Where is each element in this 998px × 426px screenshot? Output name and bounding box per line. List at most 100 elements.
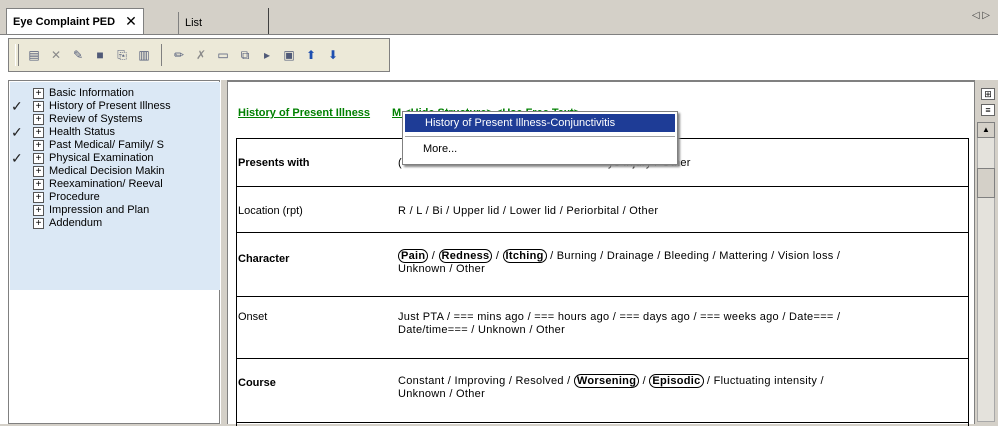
expand-icon[interactable]: + — [33, 113, 44, 125]
tree-item-label: Physical Examination — [49, 152, 154, 164]
link-icon[interactable]: ⎘ — [113, 46, 131, 64]
context-menu: History of Present Illness-Conjunctiviti… — [402, 111, 678, 165]
option-itching[interactable]: Itching — [502, 249, 547, 263]
tree-item[interactable]: + Reexamination/ Reeval — [9, 178, 219, 190]
folder-icon[interactable]: ■ — [91, 46, 109, 64]
tree-item-label: Review of Systems — [49, 113, 143, 125]
course-options-rest[interactable]: / Fluctuating intensity / — [707, 375, 824, 387]
tree-item[interactable]: + Review of Systems — [9, 113, 219, 125]
tree-item-label: Reexamination/ Reeval — [49, 178, 163, 190]
play-icon[interactable]: ▸ — [258, 46, 276, 64]
document-icon[interactable]: ▥ — [135, 46, 153, 64]
tree-item-label: History of Present Illness — [49, 100, 171, 112]
row-label: Onset — [238, 311, 268, 323]
checkmark-icon: ✓ — [11, 126, 23, 138]
expand-icon[interactable]: + — [33, 191, 44, 203]
expand-icon[interactable]: + — [33, 126, 44, 138]
row-location: Location (rpt) R / L / Bi / Upper lid / … — [236, 186, 968, 232]
row-label: Location (rpt) — [238, 205, 303, 217]
hpi-header[interactable]: History of Present Illness M <Hide Struc… — [238, 107, 580, 119]
pane-splitter[interactable] — [220, 80, 228, 424]
vertical-scrollbar[interactable] — [977, 122, 995, 422]
tree-item[interactable]: + Addendum — [9, 217, 219, 229]
delete-icon[interactable]: ✕ — [47, 46, 65, 64]
tab-eye-complaint[interactable]: Eye Complaint PED ✕ — [6, 8, 144, 34]
row-character: Character Pain / Redness / Itching / Bur… — [236, 232, 968, 296]
save-icon[interactable]: ▣ — [280, 46, 298, 64]
expand-icon[interactable]: + — [33, 217, 44, 229]
tree-item-label: Health Status — [49, 126, 116, 138]
course-options-line2[interactable]: Unknown / Other — [398, 388, 485, 400]
onset-options-line2[interactable]: Date/time=== / Unknown / Other — [398, 324, 565, 336]
tree-item-label: Addendum — [49, 217, 103, 229]
tree-item[interactable]: ✓ + Health Status — [9, 126, 219, 138]
tree-item-label: Impression and Plan — [49, 204, 150, 216]
row-label: Character — [238, 253, 290, 265]
grid-left-line — [236, 138, 237, 426]
expand-icon[interactable]: + — [33, 100, 44, 112]
row-label: Course — [238, 377, 276, 389]
toolbar: ▤ ✕ ✎ ■ ⎘ ▥ ✏ ✗ ▭ ⧉ ▸ ▣ ⬆ ⬇ — [8, 38, 390, 72]
character-options-line2[interactable]: Unknown / Other — [398, 263, 485, 275]
tree-item-label: Past Medical/ Family/ S — [49, 139, 164, 151]
row-value[interactable]: Just PTA / === mins ago / === hours ago … — [398, 311, 958, 337]
template-icon[interactable]: ⊞ — [981, 88, 995, 100]
expand-icon[interactable]: + — [33, 152, 44, 164]
close-icon[interactable]: ✕ — [125, 13, 137, 30]
expand-icon[interactable]: + — [33, 165, 44, 177]
tab-scroll-arrows-icon[interactable]: ◁ ▷ — [972, 10, 990, 21]
section-tree: + Basic Information ✓ + History of Present I… — [8, 80, 220, 424]
pencil-icon[interactable]: ✏ — [170, 46, 188, 64]
checkmark-icon: ✓ — [11, 152, 23, 164]
option-redness[interactable]: Redness — [438, 249, 493, 263]
option-pain[interactable]: Pain — [398, 249, 429, 263]
tree-item-label: Medical Decision Makin — [49, 165, 165, 177]
row-value[interactable]: Pain / Redness / Itching / Burning / Dra… — [398, 249, 958, 276]
down-arrow-icon[interactable]: ⬇ — [324, 46, 342, 64]
onset-options[interactable]: Just PTA / === mins ago / === hours ago … — [398, 311, 840, 323]
course-options[interactable]: Constant / Improving / Resolved / — [398, 375, 571, 387]
tree-item-label: Basic Information — [49, 87, 134, 99]
menu-item-more[interactable]: More... — [405, 140, 675, 158]
tab-list[interactable]: List — [178, 12, 208, 34]
tree-item[interactable]: + Basic Information — [9, 87, 219, 99]
right-scroll-column: ⊞ ≡ ▲ — [974, 80, 998, 424]
expand-icon[interactable]: + — [33, 178, 44, 190]
tree-item[interactable]: ✓ + Physical Examination — [9, 152, 219, 164]
tree-item[interactable]: + Past Medical/ Family/ S — [9, 139, 219, 151]
row-course: Course Constant / Improving / Resolved /… — [236, 358, 968, 422]
tab-eye-complaint-label: Eye Complaint PED — [13, 15, 116, 28]
scroll-up-icon[interactable]: ▲ — [977, 122, 995, 138]
menu-separator — [405, 136, 675, 137]
option-episodic[interactable]: Episodic — [649, 374, 704, 388]
tree-item[interactable]: + Medical Decision Makin — [9, 165, 219, 177]
erase-icon[interactable]: ✗ — [192, 46, 210, 64]
row-value[interactable]: R / L / Bi / Upper lid / Lower lid / Per… — [398, 205, 958, 218]
menu-item-hpi-conjunctivitis[interactable]: History of Present Illness-Conjunctiviti… — [405, 114, 675, 132]
expand-icon[interactable]: + — [33, 87, 44, 99]
tree-item[interactable]: + Procedure — [9, 191, 219, 203]
row-onset: Onset Just PTA / === mins ago / === hour… — [236, 296, 968, 358]
tab-bar: Eye Complaint PED ✕ List ◁ ▷ — [0, 0, 998, 34]
character-options[interactable]: / Burning / Drainage / Bleeding / Matter… — [550, 250, 840, 262]
pin-icon[interactable]: ✎ — [69, 46, 87, 64]
copy-icon[interactable]: ⧉ — [236, 46, 254, 64]
option-worsening[interactable]: Worsening — [573, 374, 640, 388]
expand-icon[interactable]: + — [33, 139, 44, 151]
tab-divider — [268, 8, 269, 34]
row-value[interactable]: Constant / Improving / Resolved / Worsen… — [398, 374, 958, 401]
tree-item[interactable]: + Impression and Plan — [9, 204, 219, 216]
expand-icon[interactable]: + — [33, 204, 44, 216]
checkmark-icon: ✓ — [11, 100, 23, 112]
list-icon[interactable]: ≡ — [981, 104, 995, 116]
up-arrow-icon[interactable]: ⬆ — [302, 46, 320, 64]
row-label: Presents with — [238, 157, 310, 169]
clipboard-icon[interactable]: ▭ — [214, 46, 232, 64]
tree-item[interactable]: ✓ + History of Present Illness — [9, 100, 219, 112]
scroll-thumb[interactable] — [977, 168, 995, 198]
hpi-header-link[interactable]: History of Present Illness — [238, 107, 370, 119]
toolbar-separator — [161, 44, 162, 66]
grid-right-line — [968, 138, 969, 426]
note-icon[interactable]: ▤ — [25, 46, 43, 64]
toolbar-grip — [15, 44, 19, 66]
